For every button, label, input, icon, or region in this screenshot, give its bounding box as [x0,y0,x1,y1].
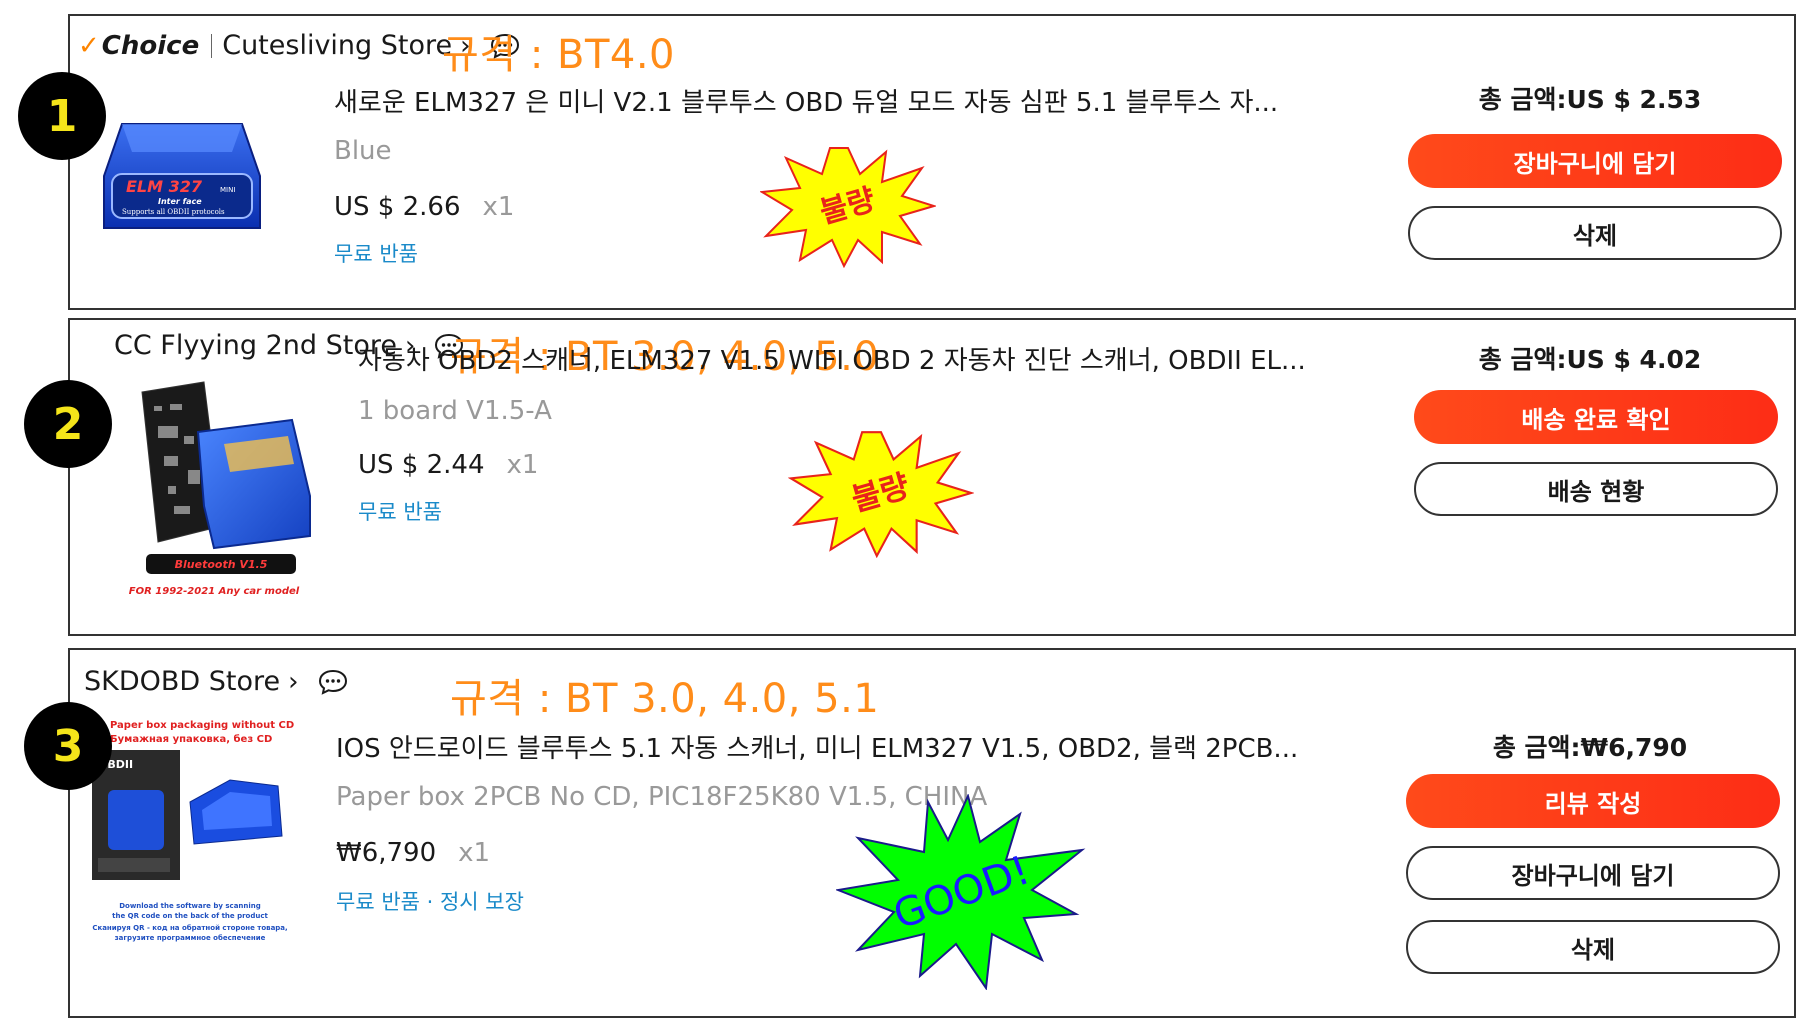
order-card-2: CC Flyying 2nd Store › 규격 : BT 3.0, 4.0,… [68,318,1796,636]
svg-text:MINI: MINI [220,186,235,194]
defect-stamp: 불량 [760,147,936,268]
svg-text:загрузите программное обеспече: загрузите программное обеспечение [115,934,266,942]
svg-text:Paper box packaging without CD: Paper box packaging without CD [110,720,294,731]
order-total: 총 금액:US $ 4.02 [1478,345,1702,374]
free-return-label[interactable]: 무료 반품 [358,496,442,526]
store-header[interactable]: SKDOBD Store › [84,666,349,697]
unit-price: US $ 2.66 [334,192,461,222]
number-badge-2: 2 [24,380,112,468]
spec-note: 규격 : BT4.0 [442,32,675,78]
store-name[interactable]: Cutesliving Store [222,30,452,61]
good-stamp: GOOD! [836,794,1086,990]
delete-button[interactable]: 삭제 [1406,920,1780,974]
svg-text:Inter face: Inter face [158,197,202,206]
product-image[interactable]: Paper box packaging without CD Бумажная … [90,716,300,946]
add-to-cart-button[interactable]: 장바구니에 담기 [1408,134,1782,188]
delete-button[interactable]: 삭제 [1408,206,1782,260]
order-total: 총 금액:US $ 2.53 [1478,85,1702,114]
svg-text:the QR code on the back of the: the QR code on the back of the product [112,912,268,920]
number-badge-3: 3 [24,702,112,790]
store-name[interactable]: CC Flyying 2nd Store [114,330,397,361]
product-variant: Blue [334,136,392,166]
defect-stamp: 불량 [788,431,974,558]
order-card-1: ✓ Choice Cutesliving Store › 규격 : BT4.0 … [68,14,1796,310]
price-row: US $ 2.44 x1 [358,450,538,480]
product-image[interactable]: Bluetooth V1.5 FOR 1992-2021 Any car mod… [114,376,314,614]
free-return-label[interactable]: 무료 반품 [334,238,418,268]
svg-text:ELM 327: ELM 327 [126,177,203,196]
perks-label[interactable]: 무료 반품 · 정시 보장 [336,886,524,916]
unit-price: US $ 2.44 [358,450,485,480]
spec-note: 규격 : BT 3.0, 4.0, 5.1 [450,676,880,722]
chevron-right-icon: › [288,666,299,697]
svg-text:Bluetooth V1.5: Bluetooth V1.5 [175,558,268,571]
add-to-cart-button[interactable]: 장바구니에 담기 [1406,846,1780,900]
product-title[interactable]: 새로운 ELM327 은 미니 V2.1 블루투스 OBD 듀얼 모드 자동 심… [334,82,1278,119]
svg-text:Сканируя QR - код на обратной: Сканируя QR - код на обратной стороне то… [92,924,287,932]
confirm-delivery-button[interactable]: 배송 완료 확인 [1414,390,1778,444]
product-variant: 1 board V1.5-A [358,396,552,426]
unit-price: ₩6,790 [336,838,437,868]
chat-bubble-icon[interactable] [317,668,349,696]
write-review-button[interactable]: 리뷰 작성 [1406,774,1780,828]
number-badge-1: 1 [18,72,106,160]
check-icon: ✓ [78,30,100,61]
quantity: x1 [482,192,515,222]
product-image[interactable]: ELM 327 MINI Inter face Supports all OBD… [92,116,272,246]
track-shipment-button[interactable]: 배송 현황 [1414,462,1778,516]
product-title[interactable]: 자동차 OBD2 스캐너, ELM327 V1.5 WIFI OBD 2 자동차… [358,340,1306,377]
order-card-3: SKDOBD Store › 규격 : BT 3.0, 4.0, 5.1 Pap… [68,648,1796,1018]
svg-text:Supports all OBDII protocols: Supports all OBDII protocols [122,208,225,216]
quantity: x1 [506,450,539,480]
store-name[interactable]: SKDOBD Store [84,666,280,697]
svg-text:FOR 1992-2021 Any car model: FOR 1992-2021 Any car model [129,586,300,597]
price-row: ₩6,790 x1 [336,838,490,868]
price-row: US $ 2.66 x1 [334,192,514,222]
product-title[interactable]: IOS 안드로이드 블루투스 5.1 자동 스캐너, 미니 ELM327 V1.… [336,728,1298,765]
svg-text:Download the software by scann: Download the software by scanning [119,902,261,910]
quantity: x1 [458,838,491,868]
choice-badge: ✓ Choice [78,30,200,61]
order-total: 총 금액:₩6,790 [1492,733,1688,762]
divider [211,33,213,58]
svg-text:Бумажная упаковка, без CD: Бумажная упаковка, без CD [110,733,272,745]
